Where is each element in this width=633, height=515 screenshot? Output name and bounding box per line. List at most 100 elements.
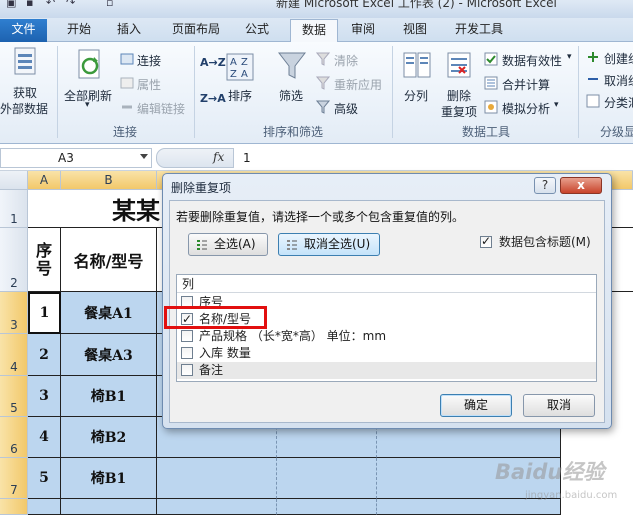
subtotal-icon (586, 94, 600, 108)
reapply-icon (316, 76, 330, 90)
ok-button[interactable]: 确定 (440, 394, 512, 417)
header-cell-seq[interactable]: 序号 (28, 228, 61, 292)
tab-view[interactable]: 视图 (396, 19, 434, 42)
link-icon (122, 105, 132, 109)
database-icon (14, 47, 36, 75)
row-header[interactable]: 6 (0, 417, 28, 458)
select-all-button[interactable]: 全选(A) (188, 233, 268, 256)
tab-file[interactable]: 文件 (0, 19, 47, 42)
annotation-highlight-box (164, 306, 267, 329)
undo-icon[interactable]: ↶ (46, 0, 60, 10)
data-cell[interactable] (277, 499, 377, 515)
select-all-icon (197, 240, 207, 250)
connections-icon (120, 53, 134, 65)
deselect-all-icon (287, 240, 297, 250)
help-button[interactable]: ? (534, 177, 556, 194)
column-list-header: 列 (177, 275, 596, 293)
row-header[interactable]: 5 (0, 376, 28, 417)
has-headers-label[interactable]: 数据包含标题(M) (499, 233, 591, 250)
dialog-instructions: 若要删除重复值，请选择一个或多个包含重复值的列。 (176, 210, 465, 224)
group-icon (588, 52, 598, 62)
tab-data[interactable]: 数据 (290, 19, 338, 42)
column-option[interactable]: 备注 (177, 362, 596, 379)
redo-icon[interactable]: ↷ (66, 0, 80, 10)
column-checkbox[interactable] (181, 330, 193, 342)
formula-bar: A3 fx 1 (0, 145, 633, 171)
select-all-corner[interactable] (0, 171, 28, 190)
row-header[interactable]: 2 (0, 228, 28, 292)
group-label-connections: 连接 (112, 125, 137, 139)
tab-home[interactable]: 开始 (60, 19, 98, 42)
separator (578, 46, 579, 138)
row-header[interactable]: 7 (0, 458, 28, 499)
column-header-b[interactable]: B (61, 171, 157, 190)
funnel-icon (277, 52, 307, 79)
watermark-brand: Baidu经验 (495, 460, 605, 484)
deselect-all-button[interactable]: 取消全选(U) (278, 233, 380, 256)
name-cell[interactable]: 餐桌A3 (61, 334, 157, 376)
sort-descending-icon: Z→A (200, 92, 226, 105)
formula-input[interactable]: 1 (243, 151, 251, 165)
tab-formulas[interactable]: 公式 (238, 19, 276, 42)
tab-page-layout[interactable]: 页面布局 (166, 19, 226, 42)
ribbon-tab-bar: 文件 开始 插入 页面布局 公式 数据 审阅 视图 开发工具 (0, 18, 633, 42)
tab-review[interactable]: 审阅 (344, 19, 382, 42)
svg-text:Z: Z (241, 57, 248, 68)
name-box[interactable]: A3 (0, 148, 152, 168)
seq-cell-active[interactable]: 1 (28, 292, 61, 334)
separator (392, 46, 393, 138)
seq-cell[interactable]: 4 (28, 417, 61, 458)
text-to-columns-icon (403, 52, 431, 78)
separator (57, 46, 58, 138)
name-cell[interactable]: 椅B1 (61, 376, 157, 417)
header-cell-name[interactable]: 名称/型号 (61, 228, 157, 292)
remove-duplicates-dialog: 删除重复项 ? x 若要删除重复值，请选择一个或多个包含重复值的列。 全选(A)… (162, 173, 612, 429)
svg-text:A: A (241, 69, 248, 80)
what-if-icon (484, 100, 498, 114)
column-checkbox[interactable] (181, 347, 193, 359)
group-label-data-tools: 数据工具 (462, 125, 511, 139)
data-cell[interactable] (157, 499, 277, 515)
svg-text:Z: Z (230, 69, 237, 80)
chevron-down-icon: ▾ (85, 100, 90, 110)
svg-text:A: A (230, 57, 237, 68)
name-cell[interactable]: 椅B1 (61, 458, 157, 499)
tab-insert[interactable]: 插入 (110, 19, 148, 42)
refresh-icon (78, 49, 100, 79)
consolidate-icon (484, 76, 498, 90)
remove-duplicates-icon (447, 52, 471, 78)
seq-cell[interactable]: 3 (28, 376, 61, 417)
row-header[interactable]: 1 (0, 190, 28, 228)
column-option[interactable]: 产品规格 （长*宽*高） 单位：mm (177, 328, 596, 345)
baidu-watermark: Baidu经验 jingyan.baidu.com (495, 448, 625, 508)
chevron-down-icon[interactable] (140, 154, 148, 159)
excel-app-icon[interactable]: ▣ (6, 0, 20, 10)
column-header-a[interactable]: A (28, 171, 61, 190)
column-checkbox[interactable] (181, 364, 193, 376)
close-button[interactable]: x (560, 177, 602, 194)
name-cell[interactable]: 餐桌A1 (61, 292, 157, 334)
tab-developer[interactable]: 开发工具 (448, 19, 510, 42)
group-label-sort-filter: 排序和筛选 (262, 125, 323, 139)
cancel-button[interactable]: 取消 (523, 394, 595, 417)
seq-cell[interactable] (28, 499, 61, 515)
window-title: 新建 Microsoft Excel 工作表 (2) - Microsoft E… (276, 0, 557, 10)
separator (194, 46, 195, 138)
clear-filter-icon (316, 52, 330, 66)
has-headers-checkbox[interactable] (480, 234, 492, 248)
ribbon-data: 获取 外部数据 全部刷新 ▾ 连接 属性 编辑链接 连接 A→Z Z→A AZZ… (0, 42, 633, 144)
insert-function-icon[interactable]: fx (213, 150, 224, 164)
seq-cell[interactable]: 5 (28, 458, 61, 499)
data-cell[interactable] (277, 458, 377, 499)
row-header[interactable] (0, 499, 28, 515)
name-cell[interactable] (61, 499, 157, 515)
save-icon[interactable]: ▪ (26, 0, 40, 10)
seq-cell[interactable]: 2 (28, 334, 61, 376)
print-preview-icon[interactable]: ▫ (106, 0, 120, 10)
name-cell[interactable]: 椅B2 (61, 417, 157, 458)
data-cell[interactable] (157, 458, 277, 499)
row-header[interactable]: 3 (0, 292, 28, 334)
sort-ascending-icon: A→Z (200, 56, 226, 69)
column-option[interactable]: 入库 数量 (177, 345, 596, 362)
row-header[interactable]: 4 (0, 334, 28, 376)
